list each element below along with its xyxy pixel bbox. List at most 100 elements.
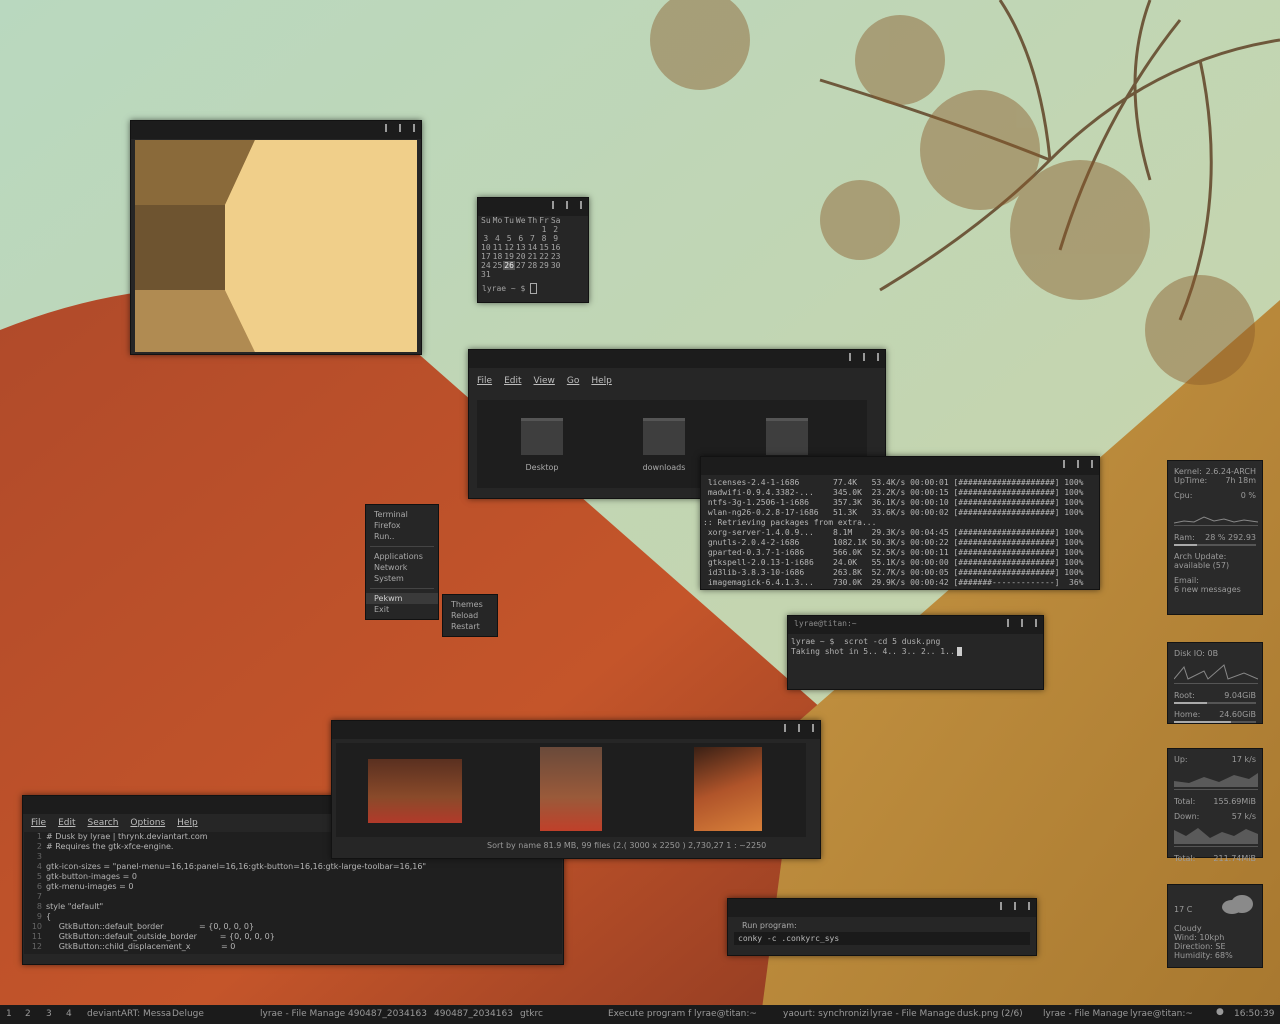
calendar-day-header: We [515,216,526,225]
calendar-date [550,270,562,279]
thumbnail-titlebar[interactable] [332,721,820,739]
menu-help[interactable]: Help [177,818,198,828]
run-dialog-window[interactable]: Run program: conky -c .conkyrc_sys [727,898,1037,956]
task-image-1[interactable]: 490487_2034163 [348,1009,427,1019]
menu-search[interactable]: Search [88,818,119,828]
maximize-icon[interactable] [399,124,401,132]
calendar-terminal-window[interactable]: Su Mo Tu We Th Fr Sa 1 2 3 4 5 6 7 8 9 10 11 12 13 14 15 16 17… [477,197,589,303]
minimize-icon[interactable] [1007,619,1009,627]
maximize-icon[interactable] [1014,902,1016,910]
file-manager-titlebar[interactable] [469,350,885,368]
folder-desktop[interactable]: Desktop [507,418,577,472]
up-value: 17 k/s [1231,755,1256,764]
minimize-icon[interactable] [849,353,851,361]
task-file-manager-2[interactable]: lyrae - File Manage [870,1009,955,1019]
task-gtkrc[interactable]: gtkrc [520,1009,543,1019]
workspace-1[interactable]: 1 [6,1009,12,1019]
close-icon[interactable] [1028,902,1030,910]
maximize-icon[interactable] [798,724,800,732]
menu-run[interactable]: Run.. [366,531,438,542]
menu-firefox[interactable]: Firefox [366,520,438,531]
menu-go[interactable]: Go [567,376,579,386]
scrot-terminal-window[interactable]: lyrae@titan:~ lyrae ~ $ scrot -cd 5 dusk… [787,615,1044,690]
menu-themes[interactable]: Themes [443,599,497,610]
run-input[interactable]: conky -c .conkyrc_sys [734,932,1030,945]
folder-downloads[interactable]: downloads [629,418,699,472]
maximize-icon[interactable] [566,201,568,209]
thumbnail-1[interactable] [368,759,462,823]
close-icon[interactable] [877,353,879,361]
conky-weather-panel: 17 C Cloudy Wind: 10kph Direction: SE Hu… [1167,884,1263,968]
line-number: 8 [36,902,42,911]
menu-exit[interactable]: Exit [366,604,438,615]
folder-third[interactable] [752,418,822,455]
pekwm-submenu[interactable]: Themes Reload Restart [442,594,498,637]
calendar-titlebar[interactable] [478,198,588,216]
task-terminal-2[interactable]: lyrae@titan:~ [1130,1009,1193,1019]
thumbnail-viewer-window[interactable]: Sort by name 81.9 MB, 99 files (2.( 3000… [331,720,821,859]
workspace-4[interactable]: 4 [66,1009,72,1019]
minimize-icon[interactable] [1063,460,1065,468]
menu-help[interactable]: Help [591,376,612,386]
menu-options[interactable]: Options [130,818,165,828]
menu-terminal[interactable]: Terminal [366,509,438,520]
maximize-icon[interactable] [1077,460,1079,468]
workspace-2[interactable]: 2 [25,1009,31,1019]
maximize-icon[interactable] [1021,619,1023,627]
minimize-icon[interactable] [784,724,786,732]
maximize-icon[interactable] [863,353,865,361]
minimize-icon[interactable] [552,201,554,209]
thumbnail-2[interactable] [540,747,602,831]
task-terminal[interactable]: lyrae@titan:~ [694,1009,757,1019]
thumbnail-area[interactable] [336,743,806,837]
task-deluge[interactable]: Deluge [172,1009,204,1019]
menu-network[interactable]: Network [366,562,438,573]
task-yaourt[interactable]: yaourt: synchronizi [783,1009,869,1019]
minimize-icon[interactable] [1000,902,1002,910]
scrot-titlebar[interactable]: lyrae@titan:~ [788,616,1043,634]
menu-pekwm[interactable]: Pekwm [366,593,438,604]
calendar-date: 4 [495,234,500,243]
task-file-manager-3[interactable]: lyrae - File Manage [1043,1009,1128,1019]
menu-edit[interactable]: Edit [504,376,521,386]
close-icon[interactable] [812,724,814,732]
task-image-2[interactable]: 490487_2034163 [434,1009,513,1019]
menu-restart[interactable]: Restart [443,621,497,632]
terminal-line: id3lib-3.8.3-10-i686 263.8K 52.7K/s 00:0… [703,568,1084,577]
volume-icon[interactable]: ● [1216,1007,1224,1017]
workspace-3[interactable]: 3 [46,1009,52,1019]
window-controls[interactable] [385,124,415,132]
pacman-titlebar[interactable] [701,457,1099,475]
menu-edit[interactable]: Edit [58,818,75,828]
image-viewer-titlebar[interactable] [131,121,421,139]
task-deviantart[interactable]: deviantART: Messa [87,1009,171,1019]
image-viewer-window[interactable] [130,120,422,355]
pacman-terminal-window[interactable]: licenses-2.4-1-i686 77.4K 53.4K/s 00:00:… [700,456,1100,590]
task-dusk-png[interactable]: dusk.png (2/6) [957,1009,1023,1019]
task-execute[interactable]: Execute program f [608,1009,691,1019]
line-text: GtkButton::default_border = {0, 0, 0, 0} [46,922,255,931]
editor-line: 5 gtk-button-images = 0 [24,872,562,882]
close-icon[interactable] [580,201,582,209]
minimize-icon[interactable] [385,124,387,132]
uptime-value: 7h 18m [1225,476,1256,485]
calendar-day-header: Th [527,216,538,225]
menu-reload[interactable]: Reload [443,610,497,621]
task-file-manager[interactable]: lyrae - File Manage [260,1009,345,1019]
menu-file[interactable]: File [31,818,46,828]
terminal-line: madwifi-0.9.4.3382-... 345.0K 23.2K/s 00… [703,488,1084,497]
menu-applications[interactable]: Applications [366,551,438,562]
folder-icon [643,418,685,455]
close-icon[interactable] [413,124,415,132]
menu-view[interactable]: View [534,376,555,386]
menu-system[interactable]: System [366,573,438,584]
thumbnail-3[interactable] [694,747,762,831]
close-icon[interactable] [1035,619,1037,627]
root-menu[interactable]: Terminal Firefox Run.. Applications Netw… [365,504,439,620]
run-dialog-titlebar[interactable] [728,899,1036,917]
menu-file[interactable]: File [477,376,492,386]
close-icon[interactable] [1091,460,1093,468]
upload-graph [1174,767,1258,790]
calendar-prompt[interactable]: lyrae ~ $ [482,283,584,294]
line-text: GtkButton::child_displacement_x = 0 [46,942,236,951]
